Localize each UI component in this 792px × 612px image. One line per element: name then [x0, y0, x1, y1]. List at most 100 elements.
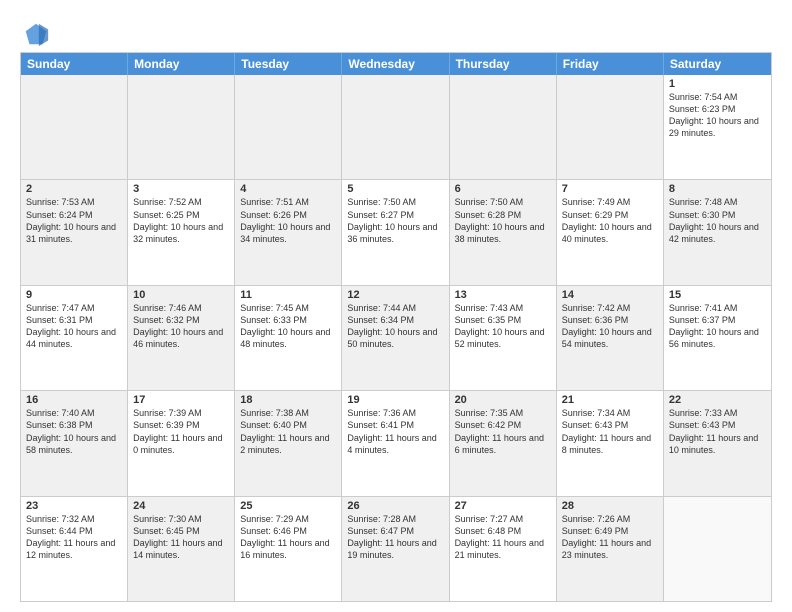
- calendar-day-1: 1Sunrise: 7:54 AM Sunset: 6:23 PM Daylig…: [664, 75, 771, 179]
- day-number: 12: [347, 289, 443, 301]
- header-day-saturday: Saturday: [664, 53, 771, 75]
- day-info: Sunrise: 7:52 AM Sunset: 6:25 PM Dayligh…: [133, 196, 229, 245]
- calendar-day-11: 11Sunrise: 7:45 AM Sunset: 6:33 PM Dayli…: [235, 286, 342, 390]
- calendar-day-18: 18Sunrise: 7:38 AM Sunset: 6:40 PM Dayli…: [235, 391, 342, 495]
- calendar-day-8: 8Sunrise: 7:48 AM Sunset: 6:30 PM Daylig…: [664, 180, 771, 284]
- day-number: 3: [133, 183, 229, 195]
- day-number: 1: [669, 78, 766, 90]
- calendar-week-5: 23Sunrise: 7:32 AM Sunset: 6:44 PM Dayli…: [21, 496, 771, 601]
- day-number: 22: [669, 394, 766, 406]
- calendar-body: 1Sunrise: 7:54 AM Sunset: 6:23 PM Daylig…: [21, 75, 771, 601]
- day-number: 2: [26, 183, 122, 195]
- day-number: 20: [455, 394, 551, 406]
- day-info: Sunrise: 7:39 AM Sunset: 6:39 PM Dayligh…: [133, 407, 229, 456]
- calendar-empty-cell: [557, 75, 664, 179]
- day-number: 16: [26, 394, 122, 406]
- calendar-day-7: 7Sunrise: 7:49 AM Sunset: 6:29 PM Daylig…: [557, 180, 664, 284]
- day-number: 19: [347, 394, 443, 406]
- calendar-day-23: 23Sunrise: 7:32 AM Sunset: 6:44 PM Dayli…: [21, 497, 128, 601]
- day-number: 17: [133, 394, 229, 406]
- day-info: Sunrise: 7:48 AM Sunset: 6:30 PM Dayligh…: [669, 196, 766, 245]
- calendar-week-3: 9Sunrise: 7:47 AM Sunset: 6:31 PM Daylig…: [21, 285, 771, 390]
- day-info: Sunrise: 7:32 AM Sunset: 6:44 PM Dayligh…: [26, 513, 122, 562]
- calendar-day-5: 5Sunrise: 7:50 AM Sunset: 6:27 PM Daylig…: [342, 180, 449, 284]
- day-number: 6: [455, 183, 551, 195]
- day-number: 23: [26, 500, 122, 512]
- header-day-friday: Friday: [557, 53, 664, 75]
- day-info: Sunrise: 7:42 AM Sunset: 6:36 PM Dayligh…: [562, 302, 658, 351]
- day-number: 7: [562, 183, 658, 195]
- day-number: 8: [669, 183, 766, 195]
- calendar-day-28: 28Sunrise: 7:26 AM Sunset: 6:49 PM Dayli…: [557, 497, 664, 601]
- calendar-day-16: 16Sunrise: 7:40 AM Sunset: 6:38 PM Dayli…: [21, 391, 128, 495]
- day-number: 13: [455, 289, 551, 301]
- logo: [20, 20, 50, 44]
- page: SundayMondayTuesdayWednesdayThursdayFrid…: [0, 0, 792, 612]
- day-info: Sunrise: 7:28 AM Sunset: 6:47 PM Dayligh…: [347, 513, 443, 562]
- day-info: Sunrise: 7:29 AM Sunset: 6:46 PM Dayligh…: [240, 513, 336, 562]
- calendar-day-24: 24Sunrise: 7:30 AM Sunset: 6:45 PM Dayli…: [128, 497, 235, 601]
- day-number: 14: [562, 289, 658, 301]
- header: [20, 16, 772, 44]
- day-number: 4: [240, 183, 336, 195]
- calendar-empty-cell: [664, 497, 771, 601]
- logo-icon: [22, 20, 50, 48]
- calendar-week-4: 16Sunrise: 7:40 AM Sunset: 6:38 PM Dayli…: [21, 390, 771, 495]
- calendar-day-13: 13Sunrise: 7:43 AM Sunset: 6:35 PM Dayli…: [450, 286, 557, 390]
- calendar-empty-cell: [450, 75, 557, 179]
- day-number: 25: [240, 500, 336, 512]
- header-day-monday: Monday: [128, 53, 235, 75]
- day-number: 21: [562, 394, 658, 406]
- day-info: Sunrise: 7:26 AM Sunset: 6:49 PM Dayligh…: [562, 513, 658, 562]
- day-info: Sunrise: 7:30 AM Sunset: 6:45 PM Dayligh…: [133, 513, 229, 562]
- calendar-empty-cell: [128, 75, 235, 179]
- day-info: Sunrise: 7:47 AM Sunset: 6:31 PM Dayligh…: [26, 302, 122, 351]
- day-info: Sunrise: 7:38 AM Sunset: 6:40 PM Dayligh…: [240, 407, 336, 456]
- calendar-day-3: 3Sunrise: 7:52 AM Sunset: 6:25 PM Daylig…: [128, 180, 235, 284]
- calendar: SundayMondayTuesdayWednesdayThursdayFrid…: [20, 52, 772, 602]
- header-day-sunday: Sunday: [21, 53, 128, 75]
- day-info: Sunrise: 7:34 AM Sunset: 6:43 PM Dayligh…: [562, 407, 658, 456]
- calendar-empty-cell: [21, 75, 128, 179]
- calendar-day-15: 15Sunrise: 7:41 AM Sunset: 6:37 PM Dayli…: [664, 286, 771, 390]
- calendar-header: SundayMondayTuesdayWednesdayThursdayFrid…: [21, 53, 771, 75]
- day-info: Sunrise: 7:46 AM Sunset: 6:32 PM Dayligh…: [133, 302, 229, 351]
- day-info: Sunrise: 7:45 AM Sunset: 6:33 PM Dayligh…: [240, 302, 336, 351]
- day-info: Sunrise: 7:35 AM Sunset: 6:42 PM Dayligh…: [455, 407, 551, 456]
- calendar-day-21: 21Sunrise: 7:34 AM Sunset: 6:43 PM Dayli…: [557, 391, 664, 495]
- calendar-week-2: 2Sunrise: 7:53 AM Sunset: 6:24 PM Daylig…: [21, 179, 771, 284]
- header-day-wednesday: Wednesday: [342, 53, 449, 75]
- day-info: Sunrise: 7:50 AM Sunset: 6:28 PM Dayligh…: [455, 196, 551, 245]
- day-number: 10: [133, 289, 229, 301]
- calendar-day-14: 14Sunrise: 7:42 AM Sunset: 6:36 PM Dayli…: [557, 286, 664, 390]
- day-number: 28: [562, 500, 658, 512]
- day-number: 15: [669, 289, 766, 301]
- calendar-week-1: 1Sunrise: 7:54 AM Sunset: 6:23 PM Daylig…: [21, 75, 771, 179]
- calendar-day-6: 6Sunrise: 7:50 AM Sunset: 6:28 PM Daylig…: [450, 180, 557, 284]
- day-info: Sunrise: 7:36 AM Sunset: 6:41 PM Dayligh…: [347, 407, 443, 456]
- calendar-day-19: 19Sunrise: 7:36 AM Sunset: 6:41 PM Dayli…: [342, 391, 449, 495]
- day-info: Sunrise: 7:41 AM Sunset: 6:37 PM Dayligh…: [669, 302, 766, 351]
- day-info: Sunrise: 7:50 AM Sunset: 6:27 PM Dayligh…: [347, 196, 443, 245]
- calendar-day-2: 2Sunrise: 7:53 AM Sunset: 6:24 PM Daylig…: [21, 180, 128, 284]
- day-number: 27: [455, 500, 551, 512]
- day-info: Sunrise: 7:51 AM Sunset: 6:26 PM Dayligh…: [240, 196, 336, 245]
- calendar-day-9: 9Sunrise: 7:47 AM Sunset: 6:31 PM Daylig…: [21, 286, 128, 390]
- calendar-day-27: 27Sunrise: 7:27 AM Sunset: 6:48 PM Dayli…: [450, 497, 557, 601]
- day-number: 18: [240, 394, 336, 406]
- day-info: Sunrise: 7:27 AM Sunset: 6:48 PM Dayligh…: [455, 513, 551, 562]
- day-number: 9: [26, 289, 122, 301]
- calendar-day-20: 20Sunrise: 7:35 AM Sunset: 6:42 PM Dayli…: [450, 391, 557, 495]
- calendar-empty-cell: [342, 75, 449, 179]
- calendar-day-10: 10Sunrise: 7:46 AM Sunset: 6:32 PM Dayli…: [128, 286, 235, 390]
- day-info: Sunrise: 7:33 AM Sunset: 6:43 PM Dayligh…: [669, 407, 766, 456]
- day-info: Sunrise: 7:53 AM Sunset: 6:24 PM Dayligh…: [26, 196, 122, 245]
- header-day-thursday: Thursday: [450, 53, 557, 75]
- calendar-day-4: 4Sunrise: 7:51 AM Sunset: 6:26 PM Daylig…: [235, 180, 342, 284]
- calendar-day-22: 22Sunrise: 7:33 AM Sunset: 6:43 PM Dayli…: [664, 391, 771, 495]
- calendar-day-12: 12Sunrise: 7:44 AM Sunset: 6:34 PM Dayli…: [342, 286, 449, 390]
- day-number: 11: [240, 289, 336, 301]
- calendar-day-17: 17Sunrise: 7:39 AM Sunset: 6:39 PM Dayli…: [128, 391, 235, 495]
- day-number: 26: [347, 500, 443, 512]
- calendar-day-25: 25Sunrise: 7:29 AM Sunset: 6:46 PM Dayli…: [235, 497, 342, 601]
